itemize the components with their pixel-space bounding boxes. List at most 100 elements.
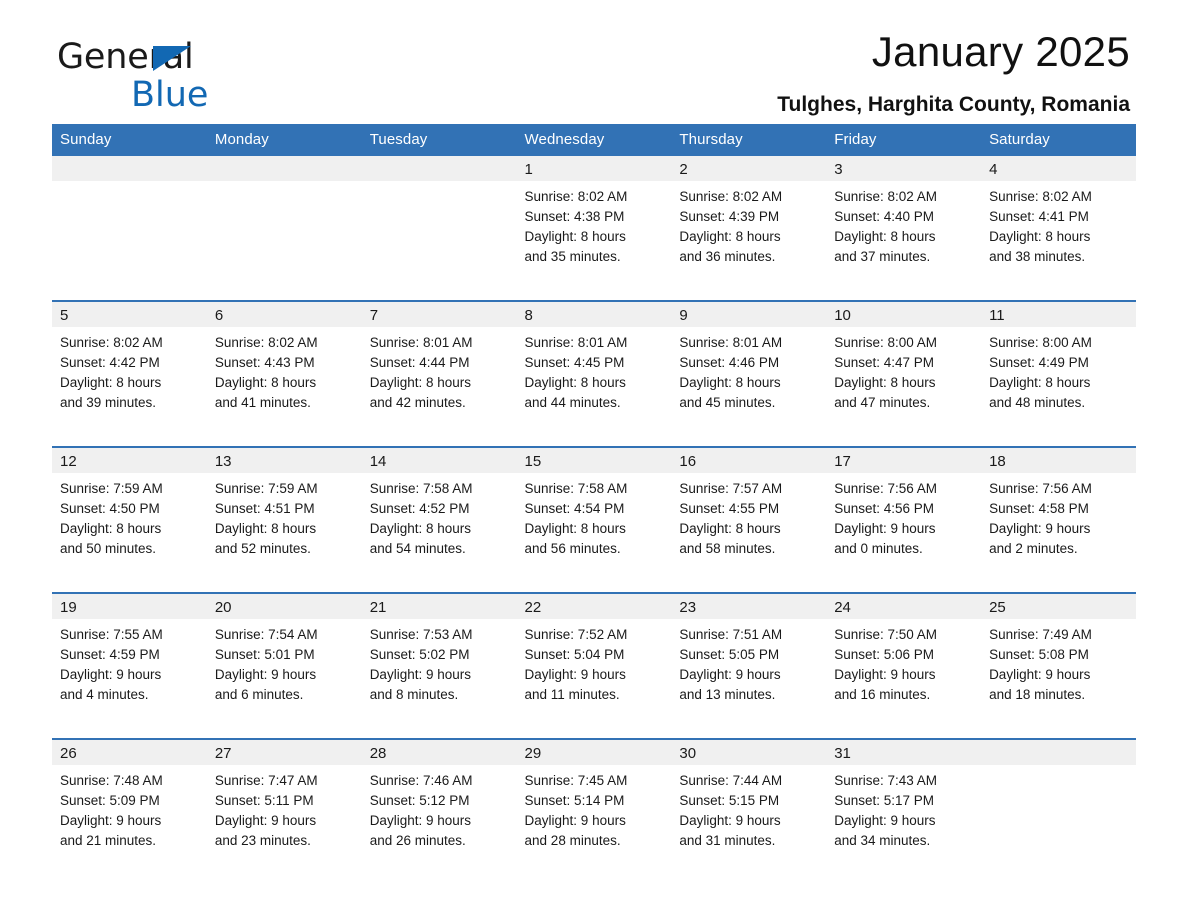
calendar-day-cell: 6 Sunrise: 8:02 AM Sunset: 4:43 PM Daylight… [206,300,362,436]
day-4[interactable]: 4 Sunrise: 8:02 AM Sunset: 4:41 PM Daylight… [981,156,1136,290]
day-28[interactable]: 28 Sunrise: 7:46 AM Sunset: 5:12 PM Dayligh… [361,740,517,874]
day-30[interactable]: 30 Sunrise: 7:44 AM Sunset: 5:15 PM Dayligh… [671,740,827,874]
day-number: 13 [206,448,362,473]
calendar-day-cell: 30 Sunrise: 7:44 AM Sunset: 5:15 PM Dayligh… [671,738,827,874]
column-header-sunday: Sunday [52,124,207,156]
day-detail-line: Sunset: 4:58 PM [989,501,1089,516]
calendar-day-cell: 24 Sunrise: 7:50 AM Sunset: 5:06 PM Dayligh… [826,592,982,728]
page-header: General Blue January 2025 Tulghes, Hargh… [52,0,1136,116]
day-detail-line: and 54 minutes. [369,541,466,556]
day-8[interactable]: 8 Sunrise: 8:01 AM Sunset: 4:45 PM Daylight… [516,302,672,436]
day-detail-line: Daylight: 8 hours [214,521,317,536]
day-10[interactable]: 10 Sunrise: 8:00 AM Sunset: 4:47 PM Dayligh… [826,302,982,436]
day-detail-line: and 2 minutes. [989,541,1078,556]
day-19[interactable]: 19 Sunrise: 7:55 AM Sunset: 4:59 PM Dayligh… [52,594,207,728]
day-details: Sunrise: 7:48 AM Sunset: 5:09 PM Daylight:… [52,765,207,851]
day-detail-line: and 44 minutes. [524,395,621,410]
day-detail-line: Sunset: 5:08 PM [989,647,1089,662]
day-detail-line: and 18 minutes. [989,687,1086,702]
day-29[interactable]: 29 Sunrise: 7:45 AM Sunset: 5:14 PM Dayligh… [516,740,672,874]
day-number: 21 [361,594,517,619]
day-23[interactable]: 23 Sunrise: 7:51 AM Sunset: 5:05 PM Dayligh… [671,594,827,728]
day-number: 9 [671,302,827,327]
day-13[interactable]: 13 Sunrise: 7:59 AM Sunset: 4:51 PM Dayligh… [206,448,362,582]
day-details: Sunrise: 7:49 AM Sunset: 5:08 PM Daylight:… [981,619,1136,705]
day-detail-line: and 45 minutes. [679,395,776,410]
day-number: 6 [206,302,362,327]
day-number: 19 [52,594,207,619]
day-detail-line: Sunrise: 7:51 AM [679,627,783,642]
day-16[interactable]: 16 Sunrise: 7:57 AM Sunset: 4:55 PM Dayligh… [671,448,827,582]
day-26[interactable]: 26 Sunrise: 7:48 AM Sunset: 5:09 PM Dayligh… [52,740,207,874]
day-2[interactable]: 2 Sunrise: 8:02 AM Sunset: 4:39 PM Daylight… [671,156,827,290]
day-27[interactable]: 27 Sunrise: 7:47 AM Sunset: 5:11 PM Dayligh… [206,740,362,874]
calendar-week-row: 12 Sunrise: 7:59 AM Sunset: 4:50 PM Dayligh… [52,446,1136,582]
week-spacer [52,728,1136,739]
day-detail-line: and 0 minutes. [834,541,923,556]
day-detail-line: Sunrise: 7:58 AM [369,481,473,496]
calendar-day-cell: 27 Sunrise: 7:47 AM Sunset: 5:11 PM Dayligh… [206,738,362,874]
day-20[interactable]: 20 Sunrise: 7:54 AM Sunset: 5:01 PM Dayligh… [206,594,362,728]
day-detail-line: Sunrise: 7:55 AM [60,627,163,642]
column-header-thursday: Thursday [671,124,827,156]
day-detail-line: Daylight: 8 hours [834,375,936,390]
day-details: Sunrise: 7:44 AM Sunset: 5:15 PM Daylight:… [671,765,826,851]
calendar-week-row: 26 Sunrise: 7:48 AM Sunset: 5:09 PM Dayligh… [52,738,1136,874]
calendar-day-cell: 11 Sunrise: 8:00 AM Sunset: 4:49 PM Dayligh… [981,300,1136,436]
week-spacer [52,582,1136,593]
calendar-body: 1 Sunrise: 8:02 AM Sunset: 4:38 PM Daylight… [52,156,1136,874]
day-detail-line: and 50 minutes. [60,541,157,556]
day-9[interactable]: 9 Sunrise: 8:01 AM Sunset: 4:46 PM Daylight… [671,302,827,436]
day-17[interactable]: 17 Sunrise: 7:56 AM Sunset: 4:56 PM Dayligh… [826,448,982,582]
calendar-day-cell: 12 Sunrise: 7:59 AM Sunset: 4:50 PM Dayligh… [52,446,207,582]
day-detail-line: Sunrise: 7:50 AM [834,627,938,642]
column-header-tuesday: Tuesday [361,124,517,156]
day-detail-line: Sunset: 5:15 PM [679,793,780,808]
day-detail-line: Daylight: 8 hours [524,375,626,390]
day-31[interactable]: 31 Sunrise: 7:43 AM Sunset: 5:17 PM Dayligh… [826,740,982,874]
day-detail-line: and 38 minutes. [989,249,1086,264]
day-1[interactable]: 1 Sunrise: 8:02 AM Sunset: 4:38 PM Daylight… [516,156,672,290]
day-number: 12 [52,448,207,473]
day-detail-line: Daylight: 9 hours [214,667,317,682]
day-21[interactable]: 21 Sunrise: 7:53 AM Sunset: 5:02 PM Dayligh… [361,594,517,728]
day-detail-line: Daylight: 8 hours [679,229,781,244]
day-22[interactable]: 22 Sunrise: 7:52 AM Sunset: 5:04 PM Dayligh… [516,594,672,728]
week-spacer-cell [52,436,1136,447]
general-blue-logo[interactable]: General Blue [57,40,317,113]
day-detail-line: and 6 minutes. [214,687,304,702]
day-detail-line: and 16 minutes. [834,687,931,702]
day-detail-line: Sunrise: 8:01 AM [369,335,473,350]
day-detail-line: Sunset: 5:17 PM [834,793,935,808]
day-detail-line: Daylight: 8 hours [60,375,162,390]
day-7[interactable]: 7 Sunrise: 8:01 AM Sunset: 4:44 PM Daylight… [361,302,517,436]
day-11[interactable]: 11 Sunrise: 8:00 AM Sunset: 4:49 PM Dayligh… [981,302,1136,436]
day-empty [206,156,362,290]
day-18[interactable]: 18 Sunrise: 7:56 AM Sunset: 4:58 PM Dayligh… [981,448,1136,582]
day-14[interactable]: 14 Sunrise: 7:58 AM Sunset: 4:52 PM Dayligh… [361,448,517,582]
calendar-day-cell: 22 Sunrise: 7:52 AM Sunset: 5:04 PM Dayligh… [516,592,672,728]
day-detail-line: and 13 minutes. [679,687,776,702]
day-25[interactable]: 25 Sunrise: 7:49 AM Sunset: 5:08 PM Dayligh… [981,594,1136,728]
day-detail-line: Sunrise: 7:56 AM [834,481,938,496]
day-detail-line: Sunrise: 7:47 AM [214,773,318,788]
day-3[interactable]: 3 Sunrise: 8:02 AM Sunset: 4:40 PM Daylight… [826,156,982,290]
day-detail-line: Daylight: 9 hours [60,667,162,682]
day-detail-line: Daylight: 9 hours [679,667,781,682]
day-number: 17 [826,448,982,473]
day-5[interactable]: 5 Sunrise: 8:02 AM Sunset: 4:42 PM Daylight… [52,302,207,436]
day-15[interactable]: 15 Sunrise: 7:58 AM Sunset: 4:54 PM Dayligh… [516,448,672,582]
day-detail-line: Sunset: 4:45 PM [524,355,625,370]
day-24[interactable]: 24 Sunrise: 7:50 AM Sunset: 5:06 PM Dayligh… [826,594,982,728]
day-detail-line: Sunset: 4:56 PM [834,501,935,516]
day-6[interactable]: 6 Sunrise: 8:02 AM Sunset: 4:43 PM Daylight… [206,302,362,436]
day-detail-line: and 31 minutes. [679,833,776,848]
day-number: 26 [52,740,207,765]
logo-row-general: General [57,40,317,78]
day-number: 3 [826,156,982,181]
day-detail-line: and 52 minutes. [214,541,311,556]
day-12[interactable]: 12 Sunrise: 7:59 AM Sunset: 4:50 PM Dayligh… [52,448,207,582]
day-number: 20 [206,594,362,619]
day-number: 27 [206,740,362,765]
column-header-saturday: Saturday [981,124,1136,156]
